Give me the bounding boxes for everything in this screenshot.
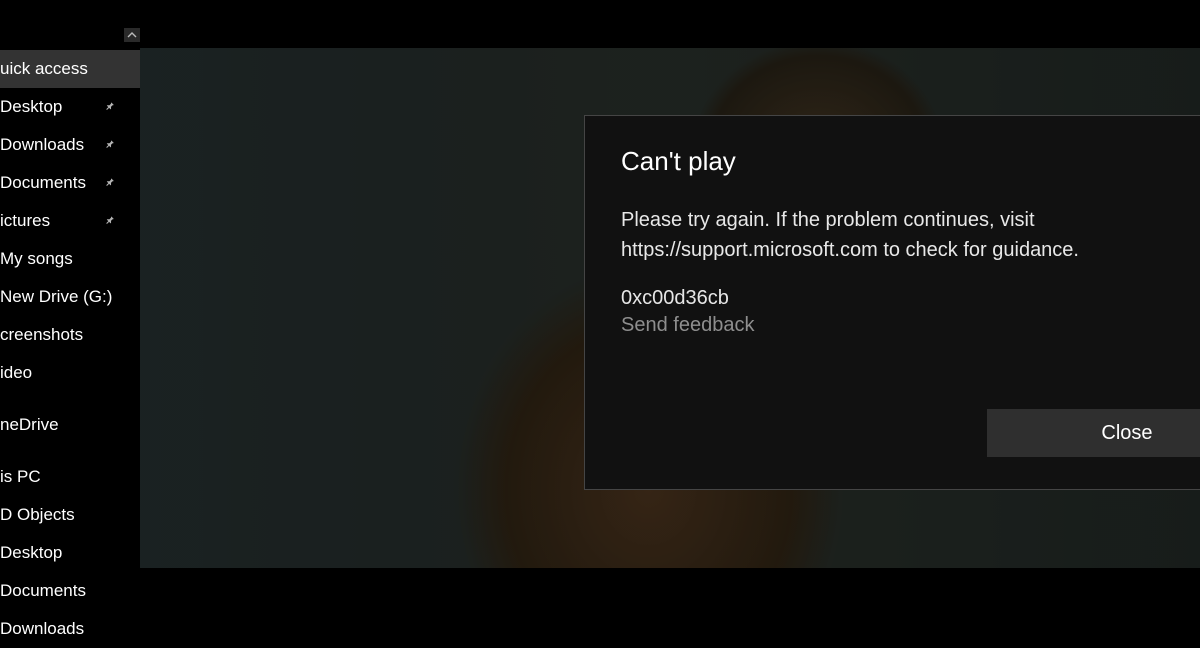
sidebar-item-label: creenshots (0, 325, 83, 345)
sidebar-item[interactable]: Downloads (0, 126, 140, 164)
sidebar-item-label: New Drive (G:) (0, 287, 112, 307)
sidebar-item[interactable]: Desktop (0, 88, 140, 126)
pin-icon (100, 139, 118, 152)
sidebar-item[interactable]: ictures (0, 202, 140, 240)
sidebar-item[interactable]: uick access (0, 50, 140, 88)
close-button[interactable]: Close (987, 409, 1200, 457)
chevron-up-icon (127, 30, 137, 40)
dialog-actions: Close (987, 409, 1200, 457)
sidebar-item[interactable]: My songs (0, 240, 140, 278)
sidebar-item-label: Downloads (0, 135, 84, 155)
dialog-message: Please try again. If the problem continu… (621, 205, 1200, 265)
video-player-area: Can't play Please try again. If the prob… (140, 0, 1200, 627)
sidebar-item-label: D Objects (0, 505, 75, 525)
send-feedback-link[interactable]: Send feedback (621, 314, 1200, 337)
pin-icon (100, 177, 118, 190)
pin-icon (100, 101, 118, 114)
sidebar-item[interactable]: neDrive (0, 406, 140, 444)
sidebar-item[interactable]: New Drive (G:) (0, 278, 140, 316)
sidebar-item[interactable]: is PC (0, 458, 140, 496)
dialog-error-code: 0xc00d36cb (621, 287, 1200, 310)
dialog-title: Can't play (621, 146, 1200, 177)
sidebar-item-label: ictures (0, 211, 50, 231)
explorer-sidebar: uick access Desktop Downloads Documents … (0, 0, 140, 627)
sidebar-item-label: neDrive (0, 415, 59, 435)
sidebar-item[interactable]: ideo (0, 354, 140, 392)
sidebar-item[interactable]: Downloads (0, 610, 140, 648)
sidebar-item-label: is PC (0, 467, 41, 487)
sidebar-item-label: Documents (0, 173, 86, 193)
sidebar-item-label: Desktop (0, 543, 62, 563)
sidebar-item-label: ideo (0, 363, 32, 383)
sidebar-item[interactable]: Documents (0, 572, 140, 610)
sidebar-item[interactable]: D Objects (0, 496, 140, 534)
sidebar-item[interactable]: Documents (0, 164, 140, 202)
sidebar-item-label: uick access (0, 59, 88, 79)
sidebar-item-label: Documents (0, 581, 86, 601)
sidebar-item-label: Desktop (0, 97, 62, 117)
sidebar-item[interactable]: creenshots (0, 316, 140, 354)
sidebar-nav-list: uick access Desktop Downloads Documents … (0, 50, 140, 648)
pin-icon (100, 215, 118, 228)
scrollbar-up-button[interactable] (124, 28, 140, 42)
sidebar-item[interactable]: Desktop (0, 534, 140, 572)
sidebar-item-label: My songs (0, 249, 73, 269)
error-dialog: Can't play Please try again. If the prob… (584, 115, 1200, 490)
sidebar-item-label: Downloads (0, 619, 84, 639)
